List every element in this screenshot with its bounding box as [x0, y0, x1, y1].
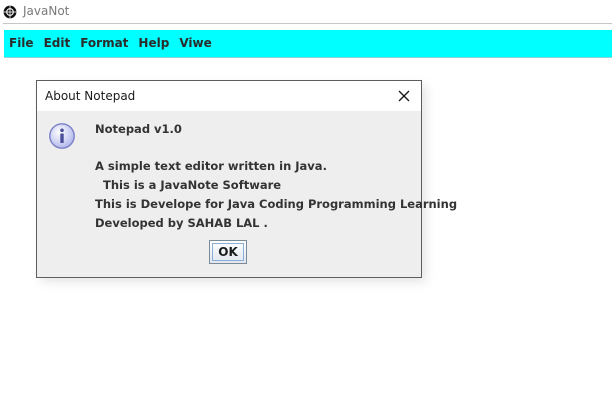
message-line: This is Develope for Java Coding Program… — [95, 197, 458, 211]
message-line: This is a JavaNote Software — [95, 178, 282, 192]
dialog-title-bar[interactable]: About Notepad — [37, 81, 421, 111]
info-icon — [48, 122, 76, 150]
close-icon[interactable] — [393, 86, 415, 106]
menu-help[interactable]: Help — [133, 30, 173, 57]
menu-format[interactable]: Format — [75, 30, 132, 57]
menu-edit[interactable]: Edit — [39, 30, 75, 57]
title-divider — [3, 23, 612, 24]
menu-file[interactable]: File — [4, 30, 38, 57]
app-window: JavaNot File Edit Format Help Viwe About… — [0, 0, 612, 416]
about-dialog: About Notepad Notepad v1.0 A simple text… — [36, 80, 457, 278]
menu-view[interactable]: Viwe — [174, 30, 215, 57]
app-icon — [3, 4, 17, 19]
title-bar: JavaNot — [0, 0, 612, 23]
menu-bar: File Edit Format Help Viwe — [4, 30, 612, 58]
ok-button-focus-ring — [212, 243, 244, 261]
dialog-title: About Notepad — [45, 89, 136, 103]
message-line: A simple text editor written in Java. — [95, 159, 327, 173]
ok-button[interactable]: OK — [209, 240, 247, 264]
message-heading: Notepad v1.0 — [95, 122, 182, 136]
window-title: JavaNot — [23, 4, 70, 18]
message-line: Developed by SAHAB LAL . — [95, 216, 268, 230]
